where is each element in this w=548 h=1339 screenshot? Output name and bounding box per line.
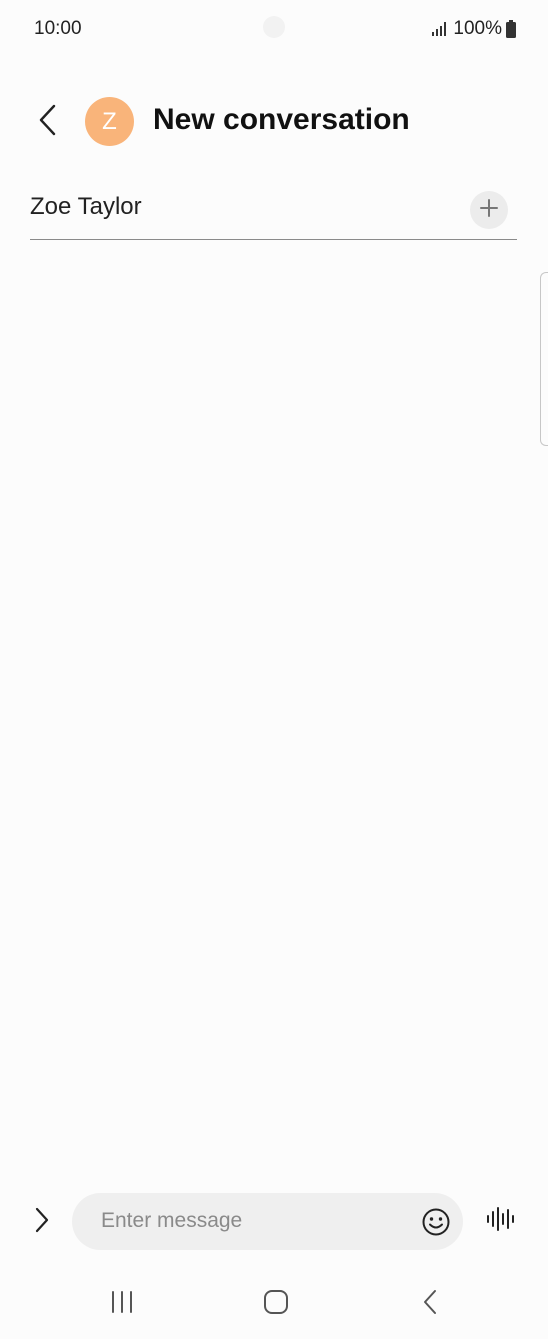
add-recipient-button[interactable] bbox=[470, 191, 508, 229]
status-indicators: 100% bbox=[431, 18, 516, 40]
system-nav-bar bbox=[0, 1280, 548, 1328]
voice-waveform-icon bbox=[485, 1205, 517, 1238]
back-icon bbox=[422, 1289, 438, 1320]
home-icon bbox=[263, 1289, 289, 1320]
message-box bbox=[72, 1193, 463, 1250]
plus-icon bbox=[479, 198, 499, 223]
avatar[interactable]: Z bbox=[85, 97, 134, 146]
recipient-row bbox=[30, 185, 517, 240]
edge-panel-handle[interactable] bbox=[540, 272, 548, 446]
recipient-field[interactable] bbox=[30, 193, 450, 221]
message-composer bbox=[0, 1192, 548, 1252]
smiley-icon bbox=[421, 1208, 451, 1241]
expand-options-button[interactable] bbox=[24, 1202, 60, 1242]
chevron-left-icon bbox=[38, 104, 58, 141]
status-time: 10:00 bbox=[34, 18, 82, 39]
voice-record-button[interactable] bbox=[484, 1204, 518, 1238]
conversation-header: Z New conversation bbox=[0, 90, 548, 154]
battery-percent: 100% bbox=[453, 18, 502, 39]
recents-button[interactable] bbox=[102, 1288, 142, 1320]
camera-cutout bbox=[263, 16, 285, 38]
chevron-right-icon bbox=[35, 1207, 49, 1238]
status-bar: 10:00 100% bbox=[0, 0, 548, 58]
back-button[interactable] bbox=[28, 98, 68, 146]
emoji-button[interactable] bbox=[421, 1207, 451, 1237]
signal-icon bbox=[431, 21, 449, 37]
battery-icon bbox=[506, 20, 516, 38]
page-title: New conversation bbox=[153, 103, 410, 136]
message-input[interactable] bbox=[101, 1209, 401, 1233]
recents-icon bbox=[110, 1290, 134, 1319]
home-button[interactable] bbox=[256, 1288, 296, 1320]
nav-back-button[interactable] bbox=[410, 1288, 450, 1320]
